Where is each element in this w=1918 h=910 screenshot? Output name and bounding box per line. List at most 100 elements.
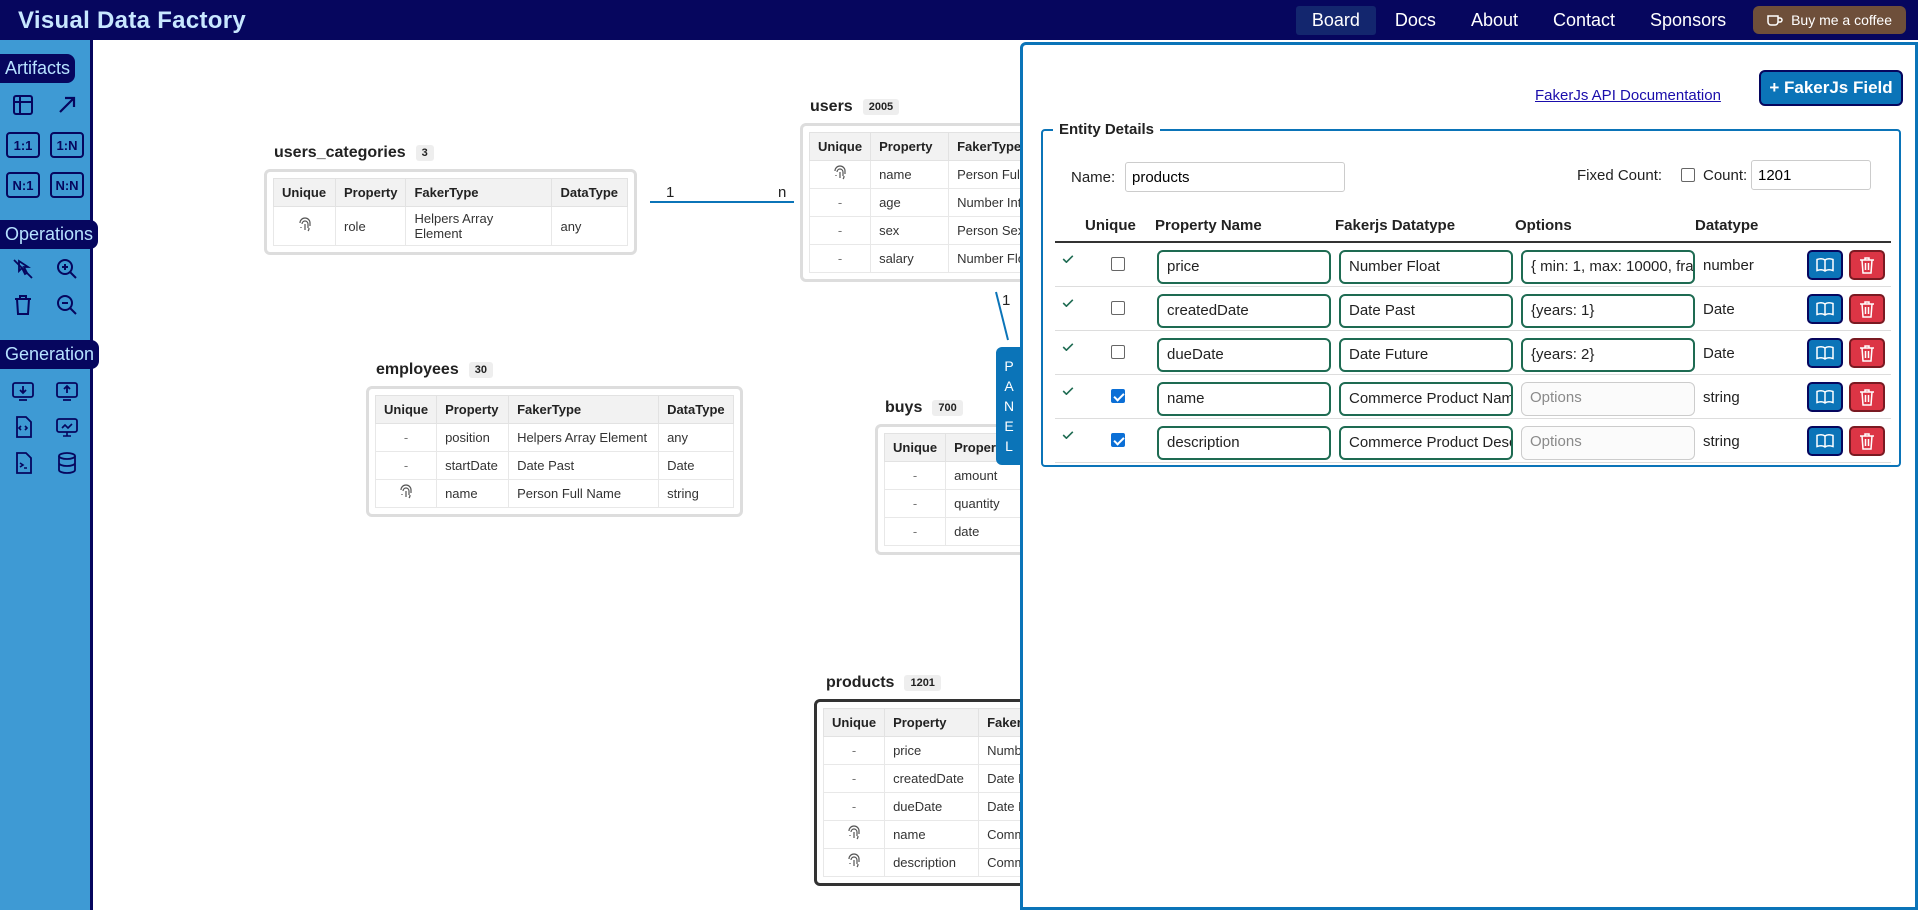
fakerjs-docs-link[interactable]: FakerJs API Documentation — [1535, 87, 1721, 104]
nav-about[interactable]: About — [1455, 6, 1534, 35]
fields-grid-header: Unique Property Name Fakerjs Datatype Op… — [1055, 211, 1891, 243]
nav-board[interactable]: Board — [1295, 5, 1376, 35]
col-unique: Unique — [883, 433, 947, 462]
col-unique: Unique — [822, 708, 886, 737]
script-tool[interactable] — [6, 448, 40, 478]
unique-checkbox[interactable] — [1111, 433, 1125, 447]
fakerjs-datatype-select[interactable]: Commerce Product Name — [1339, 382, 1513, 416]
json-tool[interactable] — [6, 412, 40, 442]
artifacts-heading: Artifacts — [0, 54, 76, 83]
col-property: Property — [870, 132, 950, 161]
name-label: Name: — [1071, 169, 1116, 186]
entity-details-fieldset: Entity Details Name: Fixed Count: Count:… — [1041, 121, 1901, 467]
unique-checkbox[interactable] — [1111, 345, 1125, 359]
add-fakerjs-field-button[interactable]: + FakerJs Field — [1759, 70, 1903, 106]
relation-one-one-tool[interactable]: 1:1 — [6, 132, 40, 158]
preview-tool[interactable] — [50, 412, 84, 442]
entity-name: products — [826, 674, 895, 691]
database-tool[interactable] — [50, 448, 84, 478]
cell-property: description — [884, 848, 980, 877]
trash-icon — [1860, 433, 1874, 450]
app-title[interactable]: Visual Data Factory — [18, 7, 246, 35]
col-unique: Unique — [808, 132, 872, 161]
docs-button[interactable] — [1807, 250, 1843, 280]
table-row: - position Helpers Array Element any — [374, 423, 734, 452]
fingerprint-icon — [808, 160, 872, 189]
field-row: price Number Float { min: 1, max: 10000,… — [1055, 243, 1891, 287]
options-input[interactable]: { min: 1, max: 10000, fractionDigits: 2 … — [1521, 250, 1695, 284]
delete-field-button[interactable] — [1849, 426, 1885, 456]
datatype-value: Date — [1703, 345, 1735, 362]
count-label: Count: — [1703, 167, 1748, 184]
property-name-input[interactable]: price — [1157, 250, 1331, 284]
delete-field-button[interactable] — [1849, 382, 1885, 412]
count-input[interactable] — [1751, 160, 1871, 190]
cell-property: price — [884, 736, 980, 765]
property-name-input[interactable]: createdDate — [1157, 294, 1331, 328]
relation-n-n-tool[interactable]: N:N — [50, 172, 84, 198]
fixed-count-checkbox[interactable] — [1681, 168, 1695, 182]
buy-coffee-button[interactable]: Buy me a coffee — [1753, 6, 1906, 34]
property-name-input[interactable]: dueDate — [1157, 338, 1331, 372]
docs-button[interactable] — [1807, 382, 1843, 412]
unique-checkbox[interactable] — [1111, 301, 1125, 315]
relation-n-one-tool[interactable]: N:1 — [6, 172, 40, 198]
delete-tool[interactable] — [6, 290, 40, 320]
panel-toggle-tab[interactable]: P A N E L — [996, 347, 1022, 465]
operations-heading: Operations — [0, 220, 99, 249]
zoom-in-tool[interactable] — [50, 254, 84, 284]
export-tool[interactable] — [50, 376, 84, 406]
cell-unique: - — [883, 517, 947, 546]
header-fakerjs-datatype: Fakerjs Datatype — [1335, 217, 1456, 234]
entity-employees[interactable]: employees 30 Unique Property FakerType D… — [366, 361, 743, 517]
property-name-input[interactable]: description — [1157, 426, 1331, 460]
check-icon — [1062, 431, 1074, 439]
options-input[interactable]: Options — [1521, 426, 1695, 460]
fakerjs-datatype-select[interactable]: Date Future — [1339, 338, 1513, 372]
delete-field-button[interactable] — [1849, 294, 1885, 324]
unique-checkbox[interactable] — [1111, 389, 1125, 403]
trash-icon — [1860, 257, 1874, 274]
zoom-out-tool[interactable] — [50, 290, 84, 320]
nav-sponsors[interactable]: Sponsors — [1634, 6, 1742, 35]
book-icon — [1816, 390, 1834, 404]
options-input[interactable]: Options — [1521, 382, 1695, 416]
fakerjs-datatype-select[interactable]: Commerce Product Description — [1339, 426, 1513, 460]
cell-property: startDate — [436, 451, 510, 480]
unique-checkbox[interactable] — [1111, 257, 1125, 271]
datatype-value: string — [1703, 433, 1740, 450]
cell-property: role — [334, 206, 407, 246]
docs-button[interactable] — [1807, 294, 1843, 324]
upload-icon — [56, 382, 78, 401]
fakerjs-datatype-select[interactable]: Number Float — [1339, 250, 1513, 284]
panel-tab-letter: A — [1004, 378, 1014, 394]
delete-field-button[interactable] — [1849, 338, 1885, 368]
col-property: Property — [884, 708, 980, 737]
table-row: role Helpers Array Element any — [273, 206, 629, 246]
nav-contact[interactable]: Contact — [1537, 6, 1631, 35]
relation-one-n-tool[interactable]: 1:N — [50, 132, 84, 158]
nav-docs[interactable]: Docs — [1379, 6, 1452, 35]
cell-property: sex — [870, 216, 950, 245]
import-tool[interactable] — [6, 376, 40, 406]
property-name-input[interactable]: name — [1157, 382, 1331, 416]
clear-tool[interactable] — [6, 254, 40, 284]
header-property-name: Property Name — [1155, 217, 1262, 234]
options-input[interactable]: {years: 2} — [1521, 338, 1695, 372]
entity-name: users — [810, 98, 853, 115]
cell-unique: - — [883, 489, 947, 518]
docs-button[interactable] — [1807, 338, 1843, 368]
entity-name-input[interactable] — [1125, 162, 1345, 192]
add-table-tool[interactable] — [6, 90, 40, 120]
entity-name: users_categories — [274, 144, 406, 161]
database-icon — [58, 452, 76, 474]
delete-field-button[interactable] — [1849, 250, 1885, 280]
cell-faker: Helpers Array Element — [405, 206, 553, 246]
add-arrow-tool[interactable] — [50, 90, 84, 120]
fakerjs-datatype-select[interactable]: Date Past — [1339, 294, 1513, 328]
relation-label-users-n: n — [778, 184, 787, 201]
options-input[interactable]: {years: 1} — [1521, 294, 1695, 328]
header-options: Options — [1515, 217, 1572, 234]
entity-users-categories[interactable]: users_categories 3 Unique Property Faker… — [264, 144, 638, 255]
docs-button[interactable] — [1807, 426, 1843, 456]
